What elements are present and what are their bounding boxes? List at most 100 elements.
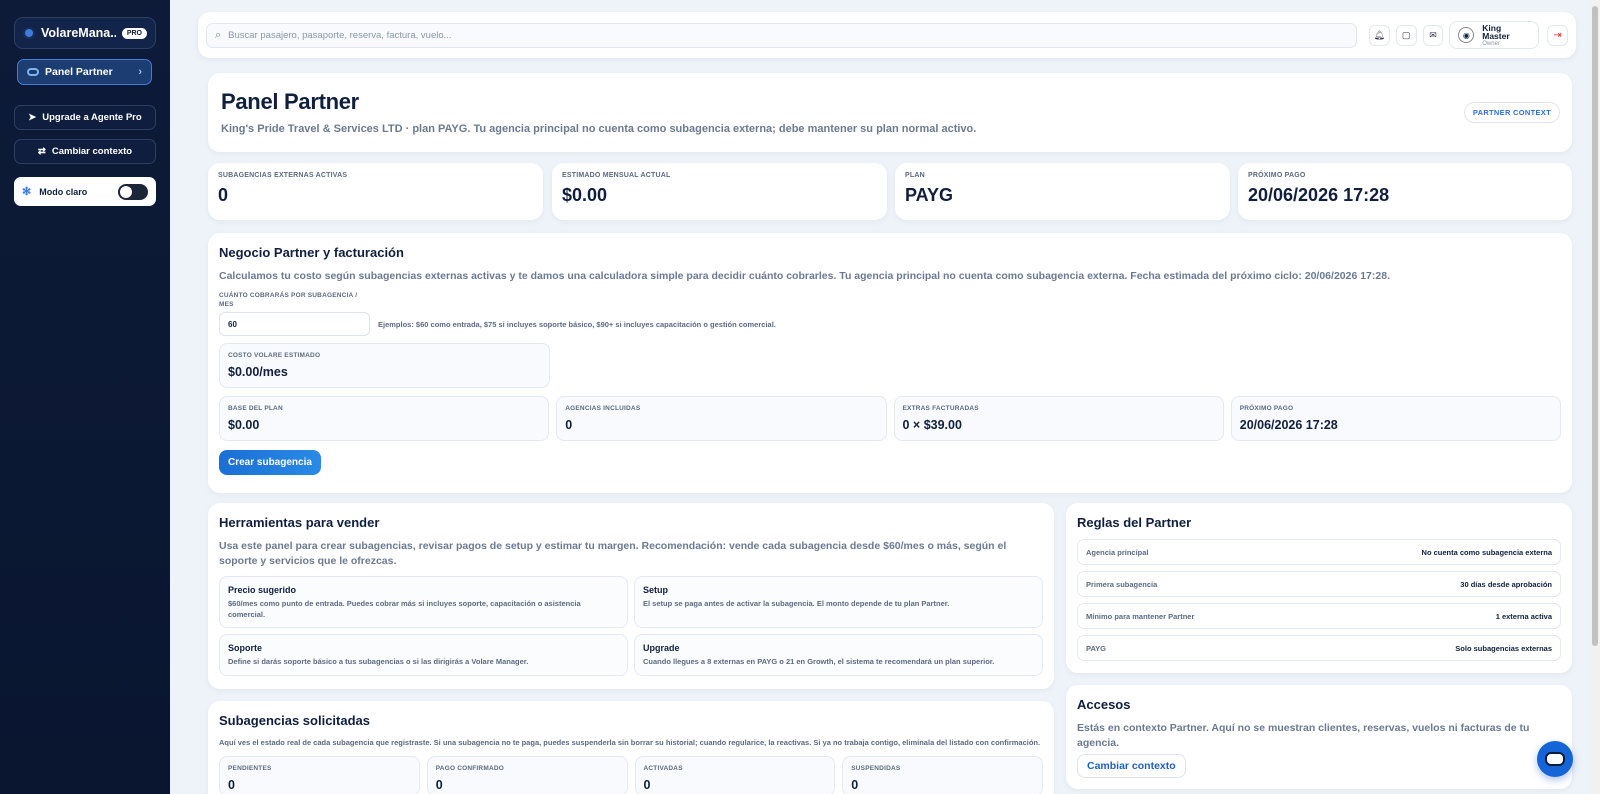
note-icon[interactable]: ▢ [1395, 24, 1417, 46]
metric-value: 0 × $39.00 [902, 418, 962, 433]
stat-label: SUBAGENCIAS EXTERNAS ACTIVAS [218, 172, 348, 179]
counter-value: 0 [851, 777, 859, 792]
brand-name: VolareMana... [41, 26, 116, 40]
metric-label: EXTRAS FACTURADAS [902, 405, 979, 413]
access-card: Accesos Estás en contexto Partner. Aquí … [1066, 685, 1572, 789]
search-bar[interactable]: ⌕ [206, 22, 1357, 48]
partner-context-badge: PARTNER CONTEXT [1463, 102, 1560, 123]
topbar: ⌕ 🔔︎ ▢ ✉ ◉ King Master Owner ⇥ [198, 12, 1576, 58]
user-role: Owner [1482, 40, 1500, 47]
tool-title: Soporte [228, 643, 263, 654]
tool-title: Upgrade [643, 643, 680, 654]
page-title: Panel Partner [221, 89, 359, 114]
rule-value: 30 días desde aprobación [1460, 579, 1552, 589]
stat-card: ESTIMADO MENSUAL ACTUAL $0.00 [552, 163, 887, 220]
theme-toggle[interactable] [118, 183, 148, 200]
sun-icon: ✻ [22, 186, 32, 198]
requested-subagencies-card: Subagencias solicitadas Aquí ves el esta… [208, 701, 1054, 794]
stat-card: PRÓXIMO PAGO 20/06/2026 17:28 [1238, 163, 1572, 220]
rule-value: Solo subagencias externas [1455, 643, 1552, 653]
bell-icon[interactable]: 🔔︎ [1368, 24, 1390, 46]
logout-icon[interactable]: ⇥ [1547, 24, 1568, 46]
rule-row: Mínimo para mantener Partner 1 externa a… [1077, 603, 1561, 629]
theme-mode-row: ✻ Modo claro [14, 177, 156, 206]
section-description: Aquí ves el estado real de cada subagenc… [219, 738, 1041, 747]
tool-text: $60/mes como punto de entrada. Puedes co… [228, 599, 581, 619]
sidebar: VolareMana... PRO Panel Partner › ➤ Upgr… [0, 0, 170, 794]
swap-icon: ⇄ [37, 146, 46, 157]
stat-card: PLAN PAYG [895, 163, 1230, 220]
metric-label: AGENCIAS INCLUIDAS [565, 405, 641, 413]
rule-key: Primera subagencia [1086, 579, 1158, 589]
hero-card: Panel Partner King's Pride Travel & Serv… [208, 73, 1572, 152]
stat-label: ESTIMADO MENSUAL ACTUAL [562, 172, 671, 179]
tool-item: Upgrade Cuando llegues a 8 externas en P… [634, 634, 1043, 677]
chevron-right-icon: › [138, 66, 142, 78]
search-icon: ⌕ [215, 28, 222, 41]
user-menu[interactable]: ◉ King Master Owner [1449, 21, 1540, 49]
page-subtitle: King's Pride Travel & Services LTD · pla… [221, 123, 977, 135]
stat-value: 0 [218, 185, 229, 205]
change-context-label: Cambiar contexto [51, 146, 133, 157]
avatar: ◉ [1458, 27, 1475, 43]
rule-value: 1 externa activa [1495, 611, 1552, 621]
rule-row: PAYG Solo subagencias externas [1077, 635, 1561, 661]
rule-key: Agencia principal [1086, 547, 1149, 557]
upgrade-button[interactable]: ➤ Upgrade a Agente Pro [14, 105, 156, 130]
tool-title: Setup [643, 585, 669, 596]
rule-key: PAYG [1086, 643, 1107, 653]
scrollbar-thumb[interactable] [1592, 6, 1598, 646]
chatbot-button[interactable] [1537, 741, 1573, 777]
sidebar-item-label: Panel Partner [45, 66, 113, 78]
price-input[interactable] [219, 312, 370, 337]
stat-card: SUBAGENCIAS EXTERNAS ACTIVAS 0 [208, 163, 543, 220]
tool-item: Setup El setup se paga antes de activar … [634, 576, 1043, 629]
counter-label: ACTIVADAS [643, 764, 683, 772]
sales-tools-card: Herramientas para vender Usa este panel … [208, 503, 1054, 689]
metric-box: AGENCIAS INCLUIDAS 0 [556, 396, 887, 442]
estimated-cost-box: COSTO VOLARE ESTIMADO $0.00/mes [219, 343, 550, 389]
stat-value: 20/06/2026 17:28 [1248, 185, 1390, 205]
change-context-link-button[interactable]: Cambiar contexto [1077, 754, 1186, 779]
change-context-button[interactable]: ⇄ Cambiar contexto [14, 139, 156, 164]
tool-item: Soporte Define si darás soporte básico a… [219, 634, 628, 677]
mode-label: Modo claro [39, 186, 88, 197]
stat-value: $0.00 [562, 185, 608, 205]
partner-rules-card: Reglas del Partner Agencia principal No … [1066, 503, 1572, 673]
counter-value: 0 [435, 777, 443, 792]
counter-label: PENDIENTES [228, 764, 272, 772]
section-title: Reglas del Partner [1077, 515, 1192, 530]
tool-text: Define si darás soporte básico a tus sub… [228, 657, 529, 667]
counter-value: 0 [228, 777, 235, 792]
sidebar-item-panel-partner[interactable]: Panel Partner › [17, 59, 152, 85]
tool-text: El setup se paga antes de activar la sub… [643, 599, 950, 609]
counter-box: SUSPENDIDAS 0 [842, 755, 1043, 794]
counter-label: SUSPENDIDAS [851, 764, 901, 772]
create-subagency-button[interactable]: Crear subagencia [219, 450, 321, 476]
section-title: Subagencias solicitadas [219, 713, 371, 728]
brand-logo-icon [23, 27, 35, 39]
rule-key: Mínimo para mantener Partner [1086, 611, 1195, 621]
tool-item: Precio sugerido $60/mes como punto de en… [219, 576, 628, 629]
counter-box: ACTIVADAS 0 [634, 755, 836, 794]
pro-badge: PRO [121, 27, 147, 39]
metric-value: 20/06/2026 17:28 [1239, 418, 1338, 433]
metric-box: PRÓXIMO PAGO 20/06/2026 17:28 [1230, 396, 1561, 442]
robot-icon [1545, 752, 1565, 766]
rule-value: No cuenta como subagencia externa [1421, 547, 1552, 557]
section-title: Negocio Partner y facturación [219, 245, 404, 260]
search-input[interactable] [228, 29, 1348, 41]
metric-value: $0.00 [228, 418, 260, 433]
metric-value: 0 [565, 418, 573, 433]
rule-row: Agencia principal No cuenta como subagen… [1077, 539, 1561, 565]
metric-label: PRÓXIMO PAGO [1239, 405, 1294, 413]
brand[interactable]: VolareMana... PRO [14, 17, 156, 49]
metric-value: $0.00/mes [228, 365, 288, 380]
business-card: Negocio Partner y facturación Calculamos… [208, 233, 1572, 493]
upgrade-label: Upgrade a Agente Pro [42, 112, 142, 123]
mail-icon[interactable]: ✉ [1422, 24, 1444, 46]
section-description: Calculamos tu costo según subagencias ex… [219, 270, 1390, 282]
section-description: Usa este panel para crear subagencias, r… [219, 540, 1007, 568]
rule-row: Primera subagencia 30 días desde aprobac… [1077, 571, 1561, 597]
scrollbar[interactable] [1590, 0, 1600, 794]
